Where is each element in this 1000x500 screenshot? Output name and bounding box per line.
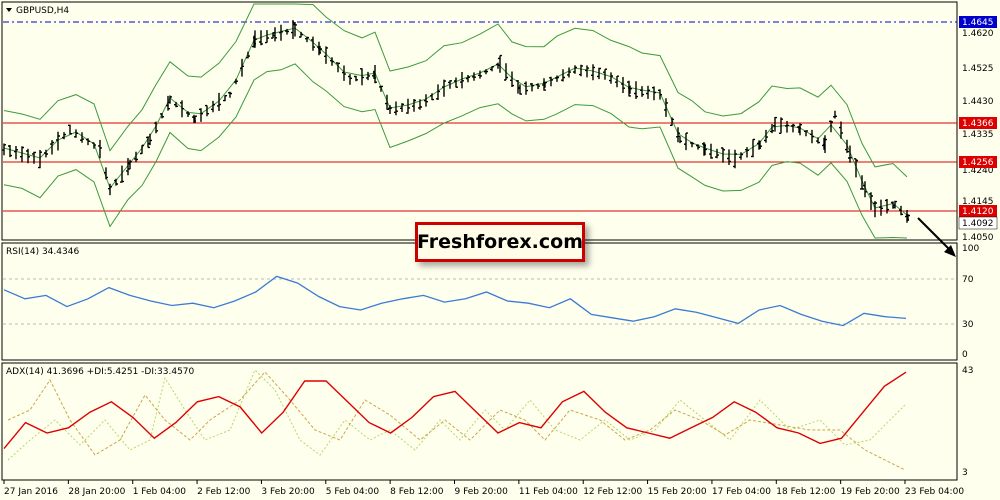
time-tick-label: 19 Feb 20:00 bbox=[841, 487, 900, 497]
price-panel bbox=[1, 1, 958, 241]
price-tick: 1.4620 bbox=[962, 29, 994, 39]
time-tick-label: 1 Feb 04:00 bbox=[133, 487, 187, 497]
rsi-axis: 100 70 30 0 bbox=[962, 244, 979, 360]
rsi-label: RSI(14) 34.4346 bbox=[6, 247, 79, 257]
time-tick-label: 27 Jan 2016 bbox=[4, 487, 58, 497]
time-tick-label: 12 Feb 12:00 bbox=[583, 487, 642, 497]
rsi-tick: 0 bbox=[962, 350, 968, 360]
rsi-tick: 30 bbox=[962, 320, 974, 330]
adx-tick: 43 bbox=[962, 366, 973, 376]
time-tick-label: 2 Feb 12:00 bbox=[197, 487, 251, 497]
level-badge-red: 1.4256 bbox=[962, 158, 994, 168]
adx-label: ADX(14) 41.3696 +DI:5.4251 -DI:33.4570 bbox=[6, 367, 195, 377]
time-tick-label: 8 Feb 12:00 bbox=[390, 487, 444, 497]
rsi-tick: 70 bbox=[962, 275, 974, 285]
price-tick: 1.4050 bbox=[962, 233, 994, 243]
time-tick-label: 11 Feb 04:00 bbox=[519, 487, 578, 497]
level-badge-red: 1.4366 bbox=[962, 119, 994, 129]
current-price-badge: 1.4092 bbox=[962, 219, 994, 229]
level-badge-red: 1.4120 bbox=[962, 207, 994, 217]
time-tick-label: 17 Feb 04:00 bbox=[712, 487, 771, 497]
time-tick-label: 23 Feb 04:00 bbox=[905, 487, 964, 497]
price-tick: 1.4335 bbox=[962, 130, 994, 140]
adx-tick: 3 bbox=[962, 468, 968, 478]
time-tick-label: 15 Feb 20:00 bbox=[648, 487, 707, 497]
time-axis: 27 Jan 2016 28 Jan 20:00 1 Feb 04:00 2 Feb … bbox=[3, 480, 964, 497]
price-tick: 1.4525 bbox=[962, 64, 994, 74]
adx-panel bbox=[1, 362, 958, 481]
time-tick-label: 18 Feb 12:00 bbox=[776, 487, 835, 497]
price-tick: 1.4430 bbox=[962, 97, 994, 107]
adx-axis: 43 3 bbox=[962, 366, 973, 478]
time-tick-label: 9 Feb 20:00 bbox=[455, 487, 509, 497]
rsi-tick: 100 bbox=[962, 244, 979, 254]
brand-logo: Freshforex.com bbox=[415, 222, 585, 262]
time-tick-label: 3 Feb 20:00 bbox=[261, 487, 315, 497]
time-tick-label: 28 Jan 20:00 bbox=[68, 487, 125, 497]
symbol-title: GBPUSD,H4 bbox=[16, 6, 69, 16]
level-badge-blue: 1.4645 bbox=[962, 18, 994, 28]
time-tick-label: 5 Feb 04:00 bbox=[326, 487, 380, 497]
